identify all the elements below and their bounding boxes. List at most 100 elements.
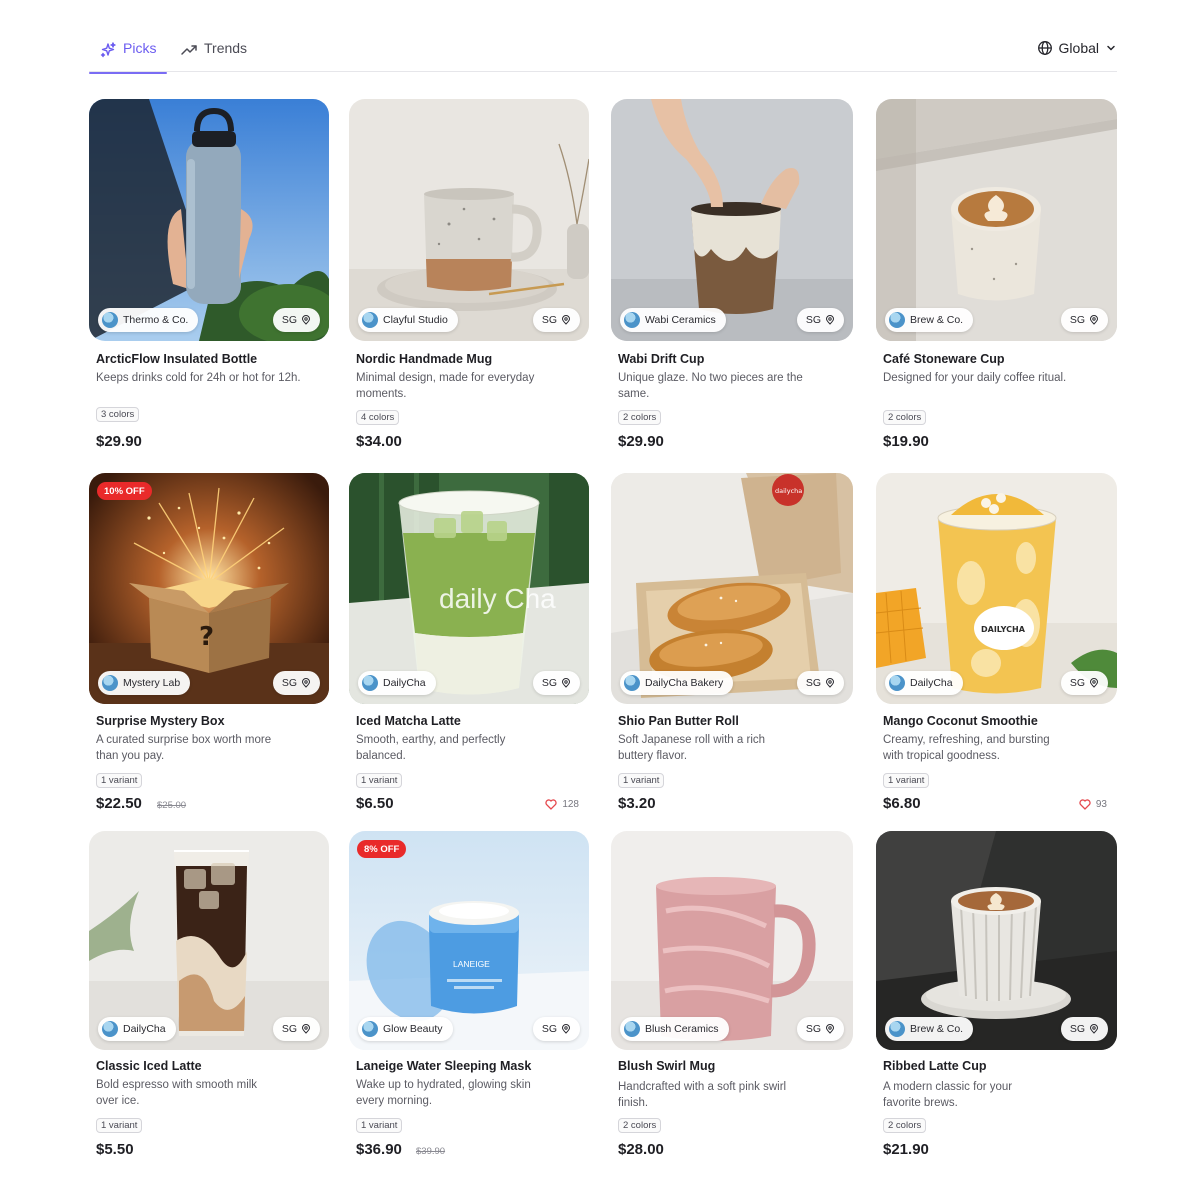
cup-photo (611, 99, 853, 341)
like-button[interactable]: 93 (1079, 799, 1107, 810)
location-pin-icon (825, 1024, 835, 1034)
svg-text:?: ? (199, 622, 214, 652)
seller-chip[interactable]: DailyCha (885, 671, 963, 695)
mystery-box-photo: ? (89, 473, 329, 704)
location-pin-icon (561, 678, 571, 688)
seller-name: Wabi Ceramics (645, 314, 716, 326)
product-title[interactable]: Nordic Handmade Mug (356, 352, 492, 366)
seller-chip[interactable]: Thermo & Co. (98, 308, 199, 332)
product-title[interactable]: Classic Iced Latte (96, 1059, 202, 1073)
product-image[interactable]: Brew & Co. SG (876, 99, 1117, 341)
region-code: SG (1069, 677, 1085, 689)
region-code: SG (805, 677, 821, 689)
product-title[interactable]: Iced Matcha Latte (356, 714, 461, 728)
seller-chip[interactable]: Clayful Studio (358, 308, 458, 332)
region-chip: SG (272, 308, 320, 332)
seller-name: Brew & Co. (910, 314, 964, 326)
product-title[interactable]: Wabi Drift Cup (618, 352, 704, 366)
product-image[interactable]: daily Cha DailyCha SG (349, 473, 589, 704)
product-description: Wake up to hydrated, glowing skin every … (356, 1079, 531, 1107)
seller-chip[interactable]: Glow Beauty (358, 1017, 453, 1041)
product-card[interactable]: Thermo & Co. SG ArcticFlow Insulated Bot… (89, 99, 329, 450)
avatar (889, 1021, 905, 1037)
seller-chip[interactable]: Blush Ceramics (620, 1017, 729, 1041)
seller-chip[interactable]: Brew & Co. (885, 1017, 974, 1041)
sparkles-icon (100, 42, 116, 58)
seller-chip[interactable]: Brew & Co. (885, 308, 974, 332)
seller-name: Mystery Lab (123, 677, 181, 689)
product-price: $3.20 (618, 795, 656, 812)
product-image[interactable]: Thermo & Co. SG (89, 99, 329, 341)
avatar (624, 1021, 640, 1037)
product-image[interactable]: DailyCha SG (89, 831, 329, 1050)
region-code: SG (541, 677, 557, 689)
tab-picks[interactable]: Picks (88, 40, 168, 74)
product-card[interactable]: Brew & Co. SG Café Stoneware Cup Designe… (876, 99, 1117, 450)
avatar (889, 675, 905, 691)
seller-chip[interactable]: Wabi Ceramics (620, 308, 726, 332)
product-card[interactable]: Brew & Co. SG Ribbed Latte Cup A modern … (876, 831, 1117, 1158)
discount-badge: 10% OFF (97, 482, 152, 500)
product-card[interactable]: DAILYCHA DailyCha SG Mango Coconut Smoot… (876, 473, 1117, 812)
region-code: SG (1069, 1023, 1085, 1035)
product-card[interactable]: daily Cha DailyCha SG Iced Matcha Latte … (349, 473, 589, 812)
product-card[interactable]: DailyCha SG Classic Iced Latte Bold espr… (89, 831, 329, 1158)
product-title[interactable]: Laneige Water Sleeping Mask (356, 1059, 531, 1073)
region-chip: SG (796, 1017, 844, 1041)
seller-chip[interactable]: DailyCha (358, 671, 436, 695)
product-card[interactable]: dailycha DailyCha Bakery SG Shio Pan But… (611, 473, 853, 812)
product-title[interactable]: ArcticFlow Insulated Bottle (96, 352, 257, 366)
like-button[interactable]: 128 (545, 799, 579, 810)
product-image[interactable]: Brew & Co. SG (876, 831, 1117, 1050)
product-image[interactable]: Blush Ceramics SG (611, 831, 853, 1050)
product-title[interactable]: Surprise Mystery Box (96, 714, 225, 728)
variant-badge: 1 variant (356, 773, 403, 788)
bread-photo: dailycha (611, 473, 853, 704)
product-image[interactable]: Clayful Studio SG (349, 99, 589, 341)
product-title[interactable]: Mango Coconut Smoothie (883, 714, 1038, 728)
product-card[interactable]: ? 10% OFF Mystery Lab SG Surprise Myster… (89, 473, 329, 812)
region-selector[interactable]: Global (1037, 40, 1117, 56)
seller-chip[interactable]: Mystery Lab (98, 671, 191, 695)
location-pin-icon (561, 315, 571, 325)
region-chip: SG (1060, 671, 1108, 695)
product-title[interactable]: Ribbed Latte Cup (883, 1059, 986, 1073)
seller-name: Glow Beauty (383, 1023, 443, 1035)
product-image[interactable]: dailycha DailyCha Bakery SG (611, 473, 853, 704)
region-chip: SG (1060, 1017, 1108, 1041)
product-card[interactable]: LANEIGE 8% OFF Glow Beauty SG Laneige Wa… (349, 831, 589, 1158)
location-pin-icon (1089, 315, 1099, 325)
seller-chip[interactable]: DailyCha (98, 1017, 176, 1041)
product-description: Soft Japanese roll with a rich buttery f… (618, 734, 766, 762)
heart-icon (1079, 799, 1091, 810)
product-description: A modern classic for your favorite brews… (883, 1081, 1013, 1109)
avatar (102, 1021, 118, 1037)
matcha-photo: daily Cha (349, 473, 589, 704)
product-title[interactable]: Shio Pan Butter Roll (618, 714, 739, 728)
product-title[interactable]: Blush Swirl Mug (618, 1059, 715, 1073)
chevron-down-icon (1107, 45, 1115, 51)
product-description: Bold espresso with smooth milk over ice. (96, 1079, 258, 1107)
tab-trends[interactable]: Trends (180, 40, 247, 72)
globe-icon (1037, 41, 1052, 55)
region-chip: SG (1060, 308, 1108, 332)
product-image[interactable]: DAILYCHA DailyCha SG (876, 473, 1117, 704)
product-card[interactable]: Blush Ceramics SG Blush Swirl Mug Handcr… (611, 831, 853, 1158)
variant-badge: 2 colors (883, 1118, 927, 1133)
seller-chip[interactable]: DailyCha Bakery (620, 671, 734, 695)
region-code: SG (281, 1023, 297, 1035)
trending-up-icon (181, 45, 197, 55)
product-card[interactable]: Wabi Ceramics SG Wabi Drift Cup Unique g… (611, 99, 853, 450)
product-image[interactable]: ? 10% OFF Mystery Lab SG (89, 473, 329, 704)
product-image[interactable]: Wabi Ceramics SG (611, 99, 853, 341)
location-pin-icon (561, 1024, 571, 1034)
product-card[interactable]: Clayful Studio SG Nordic Handmade Mug Mi… (349, 99, 589, 450)
product-price: $5.50 (96, 1141, 134, 1158)
product-title[interactable]: Café Stoneware Cup (883, 352, 1005, 366)
product-price: $34.00 (356, 433, 402, 450)
variant-badge: 1 variant (96, 1118, 143, 1133)
product-description: Creamy, refreshing, and bursting with tr… (883, 734, 1050, 762)
product-image[interactable]: LANEIGE 8% OFF Glow Beauty SG (349, 831, 589, 1050)
product-description: Minimal design, made for everyday moment… (356, 372, 535, 400)
avatar (362, 1021, 378, 1037)
